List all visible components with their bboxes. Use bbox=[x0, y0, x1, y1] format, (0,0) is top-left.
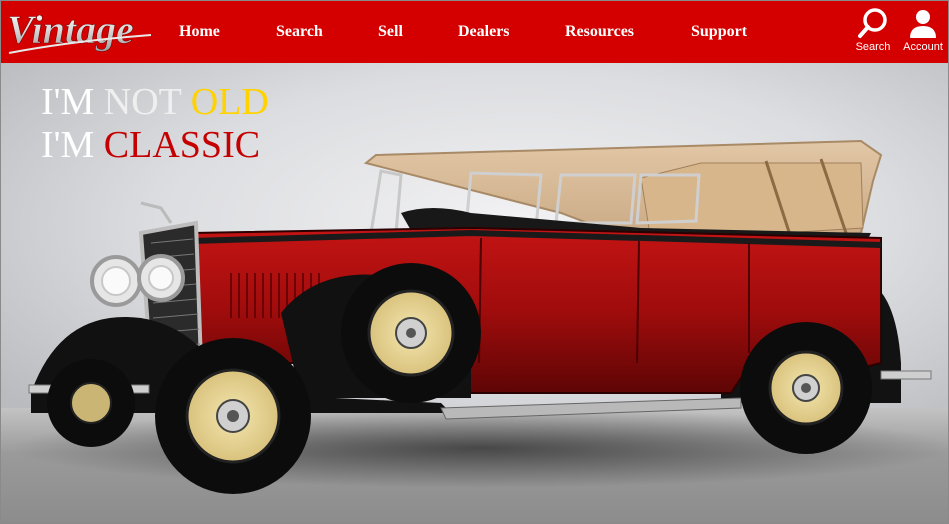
tagline-old: OLD bbox=[190, 81, 269, 123]
account-button[interactable]: Account bbox=[900, 7, 946, 57]
tagline-line-2: I'M CLASSIC bbox=[41, 124, 269, 167]
tagline-not: NOT bbox=[103, 81, 182, 123]
logo-text: Vintage bbox=[7, 7, 134, 52]
nav-search[interactable]: Search bbox=[276, 23, 323, 41]
tagline-im-1: I'M bbox=[41, 81, 95, 123]
nav-home[interactable]: Home bbox=[179, 23, 220, 41]
account-label: Account bbox=[903, 41, 943, 53]
hero-tagline: I'M NOT OLD I'M CLASSIC bbox=[41, 81, 269, 167]
page: Vintage Home Search Sell Dealers Resourc… bbox=[0, 0, 949, 524]
header-bar: Vintage Home Search Sell Dealers Resourc… bbox=[1, 1, 948, 63]
vintage-logo[interactable]: Vintage bbox=[3, 3, 155, 61]
person-icon bbox=[910, 10, 936, 38]
search-label: Search bbox=[855, 41, 891, 53]
search-button[interactable]: Search bbox=[850, 7, 896, 57]
nav-sell[interactable]: Sell bbox=[378, 23, 403, 41]
nav-support[interactable]: Support bbox=[691, 23, 747, 41]
nav-resources[interactable]: Resources bbox=[565, 23, 634, 41]
tagline-line-1: I'M NOT OLD bbox=[41, 81, 269, 124]
tagline-classic: CLASSIC bbox=[103, 124, 261, 166]
tagline-im-2: I'M bbox=[41, 124, 95, 166]
magnifier-icon bbox=[858, 8, 887, 38]
nav-dealers[interactable]: Dealers bbox=[458, 23, 510, 41]
hero-banner: I'M NOT OLD I'M CLASSIC bbox=[1, 63, 948, 523]
